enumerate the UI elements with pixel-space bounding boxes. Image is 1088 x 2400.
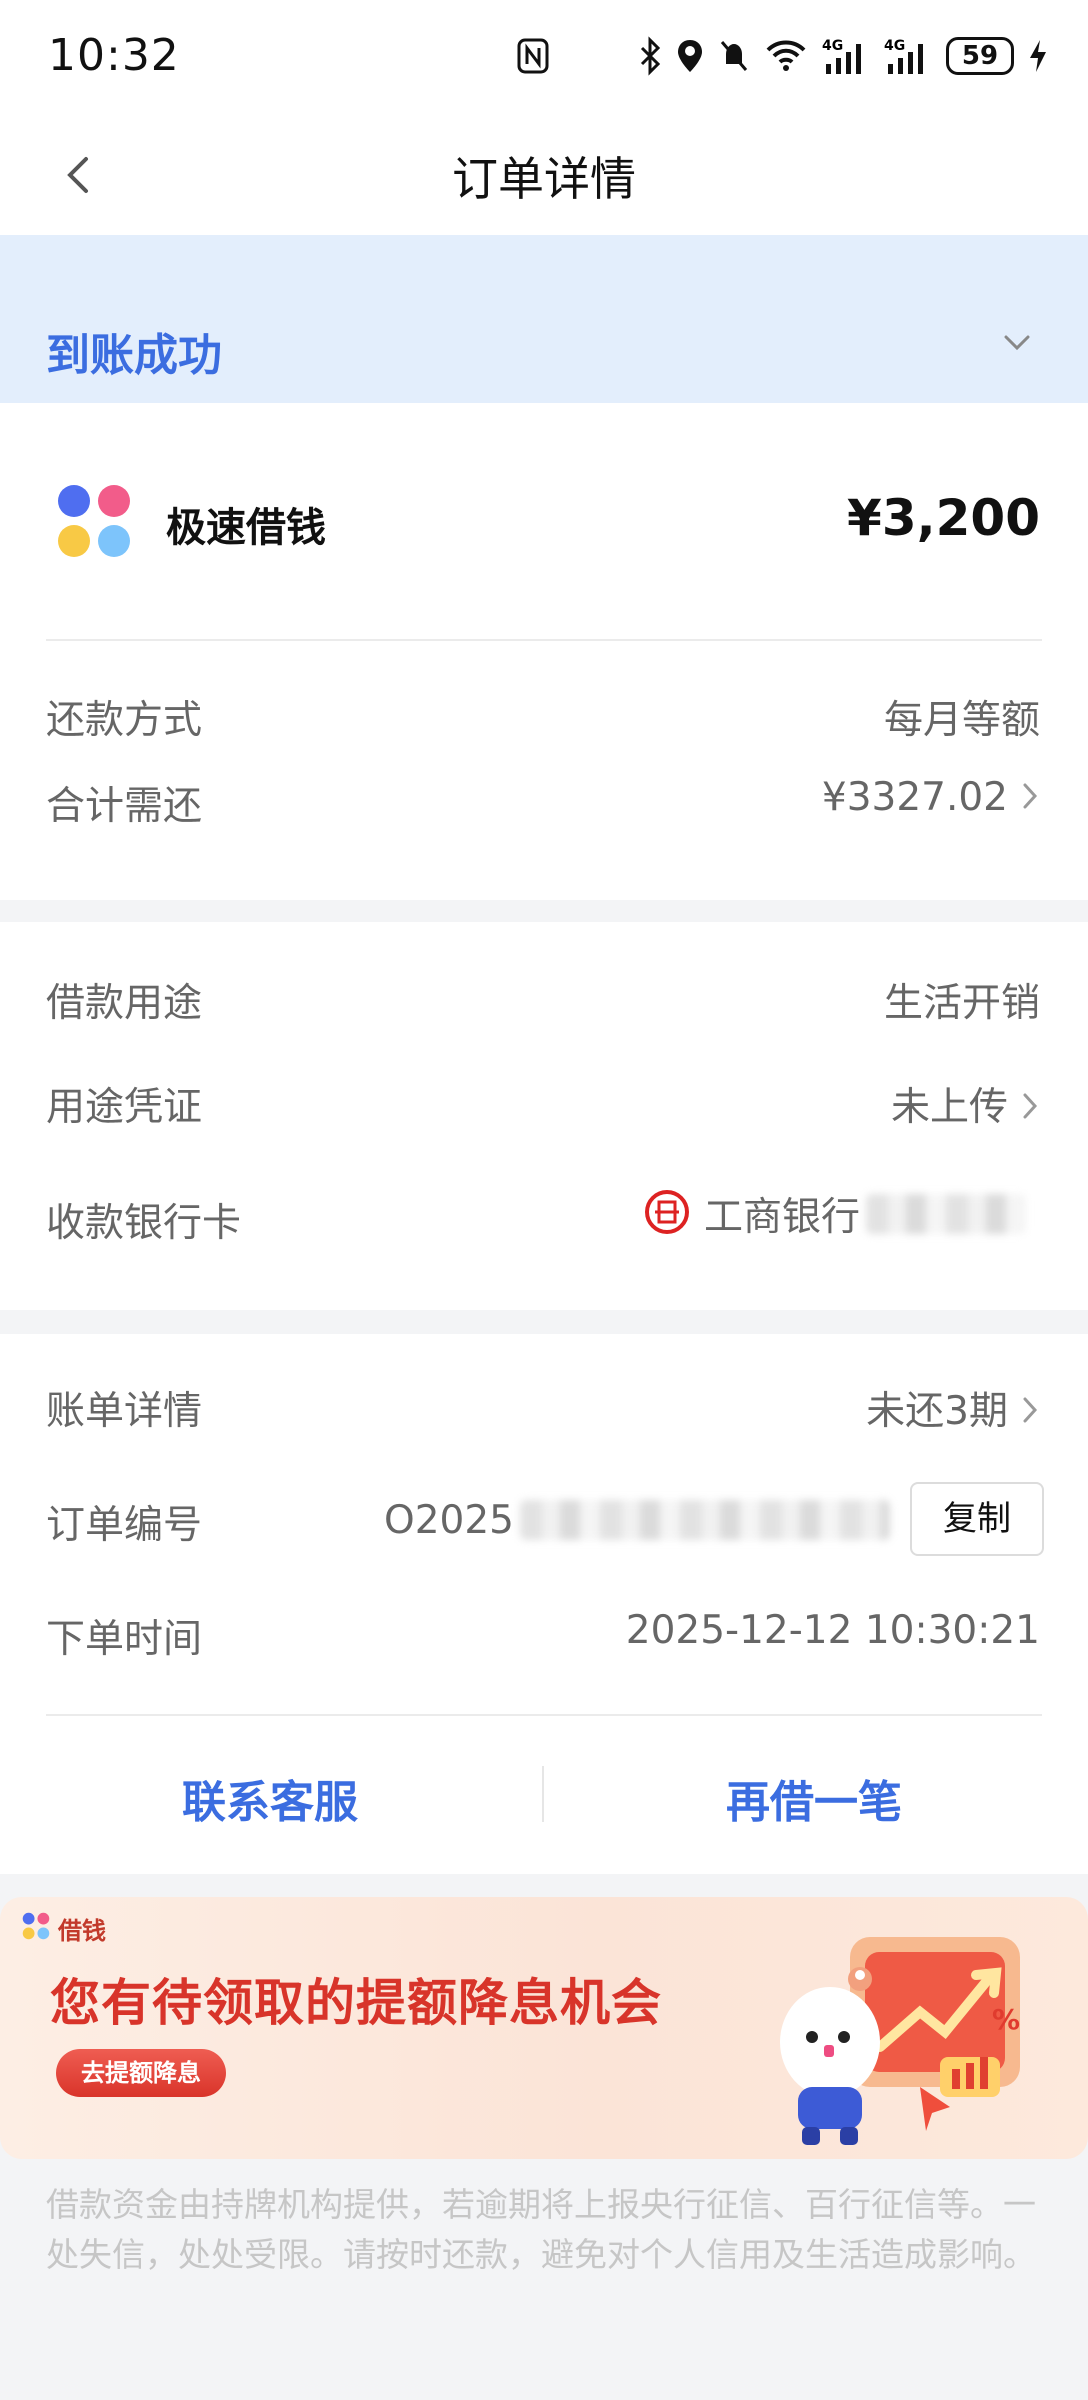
product-card: 极速借钱 ¥3,200 还款方式 每月等额 合计需还 ¥3327.02 <box>0 403 1088 900</box>
masked-order-id <box>519 1500 890 1540</box>
promo-illustration: % <box>740 1917 1070 2153</box>
svg-text:4G: 4G <box>822 38 843 54</box>
promo-button[interactable]: 去提额降息 <box>56 2049 226 2097</box>
purpose-proof-label: 用途凭证 <box>46 1085 203 1130</box>
purpose-proof-value-group: 未上传 <box>891 1076 1040 1132</box>
order-id-value: O2025 <box>384 1497 514 1543</box>
promo-banner[interactable]: 借钱 您有待领取的提额降息机会 去提额降息 % <box>0 1897 1088 2159</box>
order-time-value: 2025-12-12 10:30:21 <box>625 1608 1040 1653</box>
borrow-again-button[interactable]: 再借一笔 <box>614 1766 1014 1830</box>
purpose-proof-value: 未上传 <box>890 1085 1008 1130</box>
bill-detail-label: 账单详情 <box>46 1389 203 1434</box>
purpose-value: 生活开销 <box>883 981 1040 1026</box>
bank-name: 工商银行 <box>704 1195 861 1240</box>
app-logo-icon <box>56 483 132 559</box>
order-status-banner[interactable]: 到账成功 <box>0 235 1088 403</box>
purpose-proof-row[interactable]: 用途凭证 未上传 <box>0 1062 1088 1142</box>
signal-4g-icon: 4G <box>884 36 932 76</box>
charging-icon <box>1028 36 1048 76</box>
disclaimer-text: 借款资金由持牌机构提供，若逾期将上报央行征信、百行征信等。一处失信，处处受限。请… <box>46 2185 1036 2274</box>
chevron-right-icon <box>1020 777 1040 822</box>
location-icon <box>676 36 704 76</box>
promo-brand-text: 借钱 <box>58 1917 106 1945</box>
wifi-icon <box>764 36 808 76</box>
order-id-label: 订单编号 <box>46 1503 203 1548</box>
order-time-label: 下单时间 <box>46 1617 203 1662</box>
purpose-label: 借款用途 <box>46 981 203 1026</box>
product-name: 极速借钱 <box>166 505 326 551</box>
status-bar: 10:32 4G 4G 59 <box>0 0 1088 115</box>
chevron-right-icon <box>1020 1087 1040 1132</box>
order-status-text: 到账成功 <box>46 330 222 381</box>
loan-info-card: 借款用途 生活开销 用途凭证 未上传 收款银行卡 工商银行 <box>0 922 1088 1310</box>
copy-button[interactable]: 复制 <box>910 1482 1044 1556</box>
nav-bar: 订单详情 <box>0 115 1088 235</box>
total-repay-value: ¥3327.02 <box>821 775 1008 820</box>
chevron-down-icon <box>1002 333 1032 357</box>
divider <box>542 1766 544 1822</box>
total-repay-row[interactable]: 合计需还 ¥3327.02 <box>0 765 1088 855</box>
loan-amount: ¥3,200 <box>847 489 1040 547</box>
svg-text:%: % <box>992 2003 1020 2036</box>
order-info-card: 账单详情 未还3期 订单编号 O2025 复制 下单时间 2025-12-12 … <box>0 1334 1088 1874</box>
status-time: 10:32 <box>48 30 180 81</box>
chevron-right-icon <box>1020 1391 1040 1436</box>
bill-detail-value: 未还3期 <box>866 1389 1008 1434</box>
repay-method-value: 每月等额 <box>883 698 1040 743</box>
order-id-value-group: O2025 <box>384 1490 890 1550</box>
bill-detail-value-group: 未还3期 <box>866 1380 1040 1436</box>
repay-method-label: 还款方式 <box>46 698 203 743</box>
total-repay-label: 合计需还 <box>46 784 203 829</box>
bill-detail-row[interactable]: 账单详情 未还3期 <box>0 1364 1088 1444</box>
status-icons: 4G 4G 59 <box>516 28 1048 84</box>
mute-bell-icon <box>718 36 750 76</box>
nfc-icon <box>516 36 550 76</box>
divider <box>46 639 1042 641</box>
masked-card-number <box>866 1194 1027 1234</box>
signal-4g-icon: 4G <box>822 36 870 76</box>
svg-text:4G: 4G <box>884 38 905 54</box>
divider <box>46 1714 1042 1716</box>
bluetooth-icon <box>638 36 662 76</box>
promo-brand: 借钱 <box>22 1911 106 1946</box>
page-title: 订单详情 <box>452 152 636 206</box>
icbc-logo-icon <box>644 1189 690 1239</box>
bank-card-label: 收款银行卡 <box>46 1201 242 1246</box>
total-repay-value-group: ¥3327.02 <box>822 775 1040 822</box>
bank-card-value-group: 工商银行 <box>644 1184 1027 1244</box>
contact-service-button[interactable]: 联系客服 <box>70 1766 470 1830</box>
battery-level: 59 <box>946 37 1014 75</box>
promo-title: 您有待领取的提额降息机会 <box>50 1974 662 2032</box>
app-logo-icon <box>22 1912 50 1946</box>
